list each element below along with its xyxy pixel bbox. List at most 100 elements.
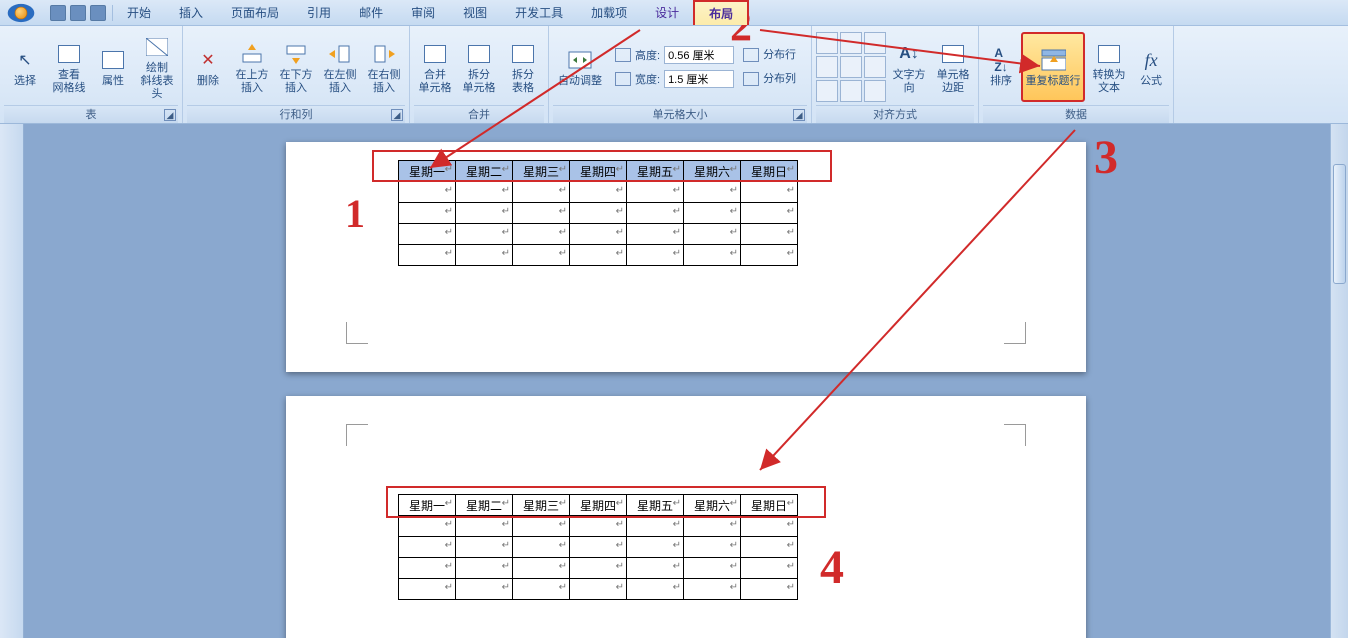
align-br[interactable] [864, 80, 886, 102]
tab-design[interactable]: 设计 [641, 0, 693, 25]
table-cell[interactable]: ↵ [684, 579, 741, 600]
tab-references[interactable]: 引用 [293, 0, 345, 25]
table-cell[interactable]: ↵ [513, 516, 570, 537]
insert-below-button[interactable]: 在下方 插入 [275, 32, 317, 102]
table-cell[interactable]: ↵ [627, 245, 684, 266]
align-bl[interactable] [816, 80, 838, 102]
table-cell[interactable]: ↵ [570, 579, 627, 600]
table-header-cell[interactable]: 星期四↵ [570, 495, 627, 516]
table-cell[interactable]: ↵ [513, 558, 570, 579]
split-table-button[interactable]: 拆分 表格 [502, 32, 544, 102]
tab-home[interactable]: 开始 [113, 0, 165, 25]
table-cell[interactable]: ↵ [741, 203, 798, 224]
table-cell[interactable]: ↵ [741, 558, 798, 579]
table-cell[interactable]: ↵ [684, 245, 741, 266]
table-cell[interactable]: ↵ [627, 558, 684, 579]
table-cell[interactable]: ↵ [399, 537, 456, 558]
table-cell[interactable]: ↵ [627, 579, 684, 600]
tab-layout[interactable]: 布局 [693, 0, 749, 25]
qat-redo[interactable] [90, 5, 106, 21]
vertical-scrollbar[interactable] [1330, 124, 1348, 638]
table-cell[interactable]: ↵ [399, 182, 456, 203]
split-cells-button[interactable]: 拆分 单元格 [458, 32, 500, 102]
align-bc[interactable] [840, 80, 862, 102]
table-cell[interactable]: ↵ [627, 224, 684, 245]
table-cell[interactable]: ↵ [627, 537, 684, 558]
merge-cells-button[interactable]: 合并 单元格 [414, 32, 456, 102]
group-rows-cols-launcher[interactable]: ◢ [391, 109, 403, 121]
table-header-cell[interactable]: 星期六↵ [684, 161, 741, 182]
tab-insert[interactable]: 插入 [165, 0, 217, 25]
insert-left-button[interactable]: 在左侧 插入 [319, 32, 361, 102]
table-cell[interactable]: ↵ [513, 224, 570, 245]
table-cell[interactable]: ↵ [399, 224, 456, 245]
table-cell[interactable]: ↵ [741, 516, 798, 537]
table-cell[interactable]: ↵ [684, 182, 741, 203]
table-1[interactable]: 星期一↵星期二↵星期三↵星期四↵星期五↵星期六↵星期日↵↵↵↵↵↵↵↵↵↵↵↵↵… [398, 160, 798, 266]
tab-mailings[interactable]: 邮件 [345, 0, 397, 25]
table-cell[interactable]: ↵ [741, 537, 798, 558]
properties-button[interactable]: 属性 [92, 32, 134, 102]
table-cell[interactable]: ↵ [684, 558, 741, 579]
table-header-cell[interactable]: 星期四↵ [570, 161, 627, 182]
scrollbar-thumb[interactable] [1333, 164, 1346, 284]
table-header-cell[interactable]: 星期二↵ [456, 161, 513, 182]
align-ml[interactable] [816, 56, 838, 78]
view-gridlines-button[interactable]: 查看 网格线 [48, 32, 90, 102]
office-button[interactable] [8, 3, 35, 21]
table-header-cell[interactable]: 星期一↵ [399, 495, 456, 516]
distribute-rows-button[interactable]: 分布行 [738, 44, 801, 66]
table-2[interactable]: 星期一↵星期二↵星期三↵星期四↵星期五↵星期六↵星期日↵↵↵↵↵↵↵↵↵↵↵↵↵… [398, 494, 798, 600]
table-cell[interactable]: ↵ [570, 516, 627, 537]
table-header-cell[interactable]: 星期二↵ [456, 495, 513, 516]
table-cell[interactable]: ↵ [570, 558, 627, 579]
cell-margins-button[interactable]: 单元格 边距 [932, 32, 974, 102]
table-cell[interactable]: ↵ [684, 224, 741, 245]
insert-above-button[interactable]: 在上方 插入 [231, 32, 273, 102]
table-header-cell[interactable]: 星期日↵ [741, 495, 798, 516]
align-tl[interactable] [816, 32, 838, 54]
table-cell[interactable]: ↵ [456, 224, 513, 245]
table-cell[interactable]: ↵ [627, 182, 684, 203]
table-cell[interactable]: ↵ [513, 203, 570, 224]
qat-undo[interactable] [70, 5, 86, 21]
table-cell[interactable]: ↵ [570, 224, 627, 245]
table-cell[interactable]: ↵ [684, 516, 741, 537]
table-cell[interactable]: ↵ [399, 245, 456, 266]
table-cell[interactable]: ↵ [513, 245, 570, 266]
draw-diagonal-button[interactable]: 绘制 斜线表头 [136, 32, 178, 102]
table-header-cell[interactable]: 星期五↵ [627, 161, 684, 182]
width-input[interactable]: 1.5 厘米 [664, 70, 734, 88]
group-table-launcher[interactable]: ◢ [164, 109, 176, 121]
table-cell[interactable]: ↵ [456, 203, 513, 224]
table-cell[interactable]: ↵ [456, 245, 513, 266]
height-input[interactable]: 0.56 厘米 [664, 46, 734, 64]
table-cell[interactable]: ↵ [456, 537, 513, 558]
table-header-cell[interactable]: 星期三↵ [513, 161, 570, 182]
table-cell[interactable]: ↵ [399, 516, 456, 537]
align-mr[interactable] [864, 56, 886, 78]
delete-button[interactable]: ✕删除 [187, 32, 229, 102]
text-direction-button[interactable]: A↕文字方向 [888, 32, 930, 102]
table-cell[interactable]: ↵ [741, 245, 798, 266]
select-button[interactable]: ↖选择 [4, 32, 46, 102]
table-header-cell[interactable]: 星期三↵ [513, 495, 570, 516]
table-cell[interactable]: ↵ [513, 537, 570, 558]
table-cell[interactable]: ↵ [684, 537, 741, 558]
tab-addins[interactable]: 加载项 [577, 0, 641, 25]
table-cell[interactable]: ↵ [570, 182, 627, 203]
convert-to-text-button[interactable]: 转换为文本 [1087, 32, 1131, 102]
align-tc[interactable] [840, 32, 862, 54]
table-cell[interactable]: ↵ [399, 579, 456, 600]
formula-button[interactable]: fx公式 [1133, 32, 1169, 102]
table-cell[interactable]: ↵ [456, 558, 513, 579]
table-cell[interactable]: ↵ [627, 203, 684, 224]
table-cell[interactable]: ↵ [399, 203, 456, 224]
table-cell[interactable]: ↵ [456, 516, 513, 537]
distribute-cols-button[interactable]: 分布列 [738, 68, 801, 90]
table-header-cell[interactable]: 星期五↵ [627, 495, 684, 516]
table-cell[interactable]: ↵ [684, 203, 741, 224]
autofit-button[interactable]: 自动调整 [553, 32, 607, 102]
align-tr[interactable] [864, 32, 886, 54]
table-cell[interactable]: ↵ [570, 537, 627, 558]
